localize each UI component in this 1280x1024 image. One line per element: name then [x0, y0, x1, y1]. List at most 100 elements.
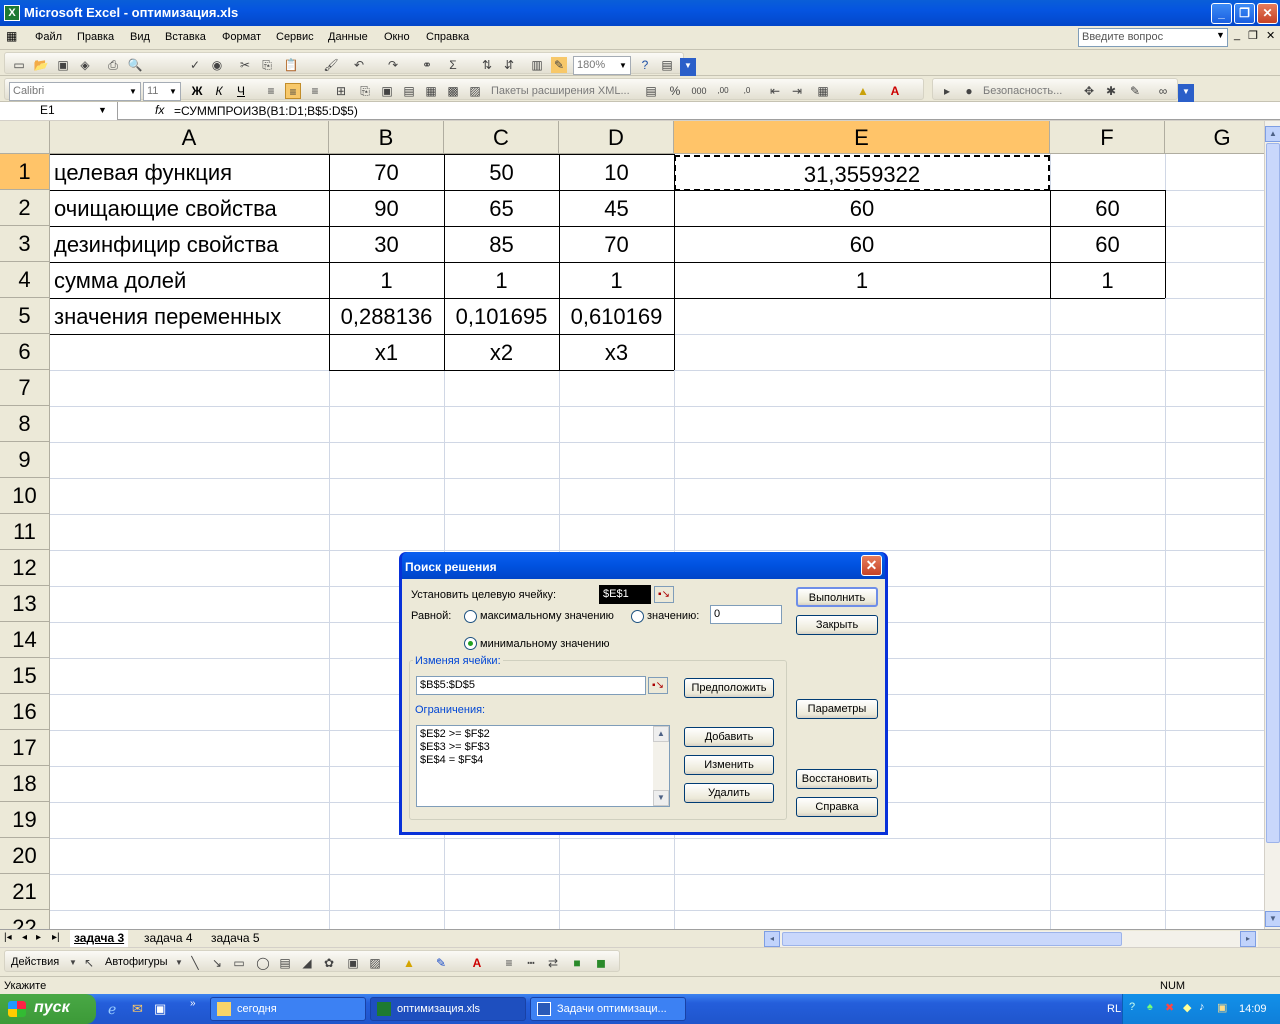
- design-mode-icon[interactable]: ✎: [1127, 83, 1143, 99]
- formula-input[interactable]: =СУММПРОИЗВ(B1:D1;B$5:D$5): [174, 104, 358, 118]
- menu-insert[interactable]: Вставка: [165, 31, 206, 43]
- constraints-scroll-down[interactable]: ▼: [653, 790, 669, 806]
- ask-question-input[interactable]: Введите вопрос: [1078, 28, 1228, 47]
- col-header-e[interactable]: E: [674, 121, 1050, 154]
- redo-icon[interactable]: ↷: [385, 57, 401, 73]
- cell-d3[interactable]: 70: [559, 227, 674, 263]
- record-icon[interactable]: ●: [961, 83, 977, 99]
- outlook-icon[interactable]: ✉: [132, 1001, 143, 1017]
- merge-center-icon[interactable]: ⊞: [333, 83, 349, 99]
- cell-d4[interactable]: 1: [559, 263, 674, 299]
- radio-value-label[interactable]: значению:: [647, 610, 699, 622]
- cell-d2[interactable]: 45: [559, 191, 674, 227]
- print-icon[interactable]: ⎙: [105, 57, 121, 73]
- menu-file[interactable]: Файл: [35, 31, 62, 43]
- xml-refresh-icon[interactable]: ▩: [445, 83, 461, 99]
- changing-collapse-icon[interactable]: ▪↘: [648, 677, 668, 694]
- currency-icon[interactable]: ▤: [643, 83, 659, 99]
- xml-source-icon[interactable]: ▨: [467, 83, 483, 99]
- cell-c5[interactable]: 0,101695: [444, 299, 559, 335]
- add-constraint-button[interactable]: Добавить: [684, 727, 774, 747]
- radio-max-label[interactable]: максимальному значению: [480, 610, 614, 622]
- tray-folder-icon[interactable]: ▣: [1217, 1001, 1227, 1014]
- row-header-17[interactable]: 17: [0, 730, 50, 766]
- cell-d5[interactable]: 0,610169: [559, 299, 674, 335]
- security-label[interactable]: Безопасность...: [983, 85, 1062, 97]
- paste-icon[interactable]: 📋: [283, 57, 299, 73]
- dash-style-icon[interactable]: ┅: [523, 955, 539, 971]
- language-indicator[interactable]: RL: [1107, 1003, 1121, 1015]
- delete-constraint-button[interactable]: Удалить: [684, 783, 774, 803]
- desktop-icon[interactable]: ▣: [154, 1001, 166, 1017]
- new-icon[interactable]: ▭: [11, 57, 27, 73]
- actions-menu[interactable]: Действия: [11, 956, 59, 968]
- cell-b4[interactable]: 1: [329, 263, 444, 299]
- cell-b1[interactable]: 70: [329, 155, 444, 191]
- copy-icon[interactable]: ⎘: [259, 57, 275, 73]
- cell-b6[interactable]: x1: [329, 335, 444, 371]
- row-header-18[interactable]: 18: [0, 766, 50, 802]
- tray-network-icon[interactable]: ♠: [1147, 1001, 1153, 1013]
- cell-d1[interactable]: 10: [559, 155, 674, 191]
- help-icon[interactable]: ?: [637, 57, 653, 73]
- row-header-10[interactable]: 10: [0, 478, 50, 514]
- guess-button[interactable]: Предположить: [684, 678, 774, 698]
- radio-min[interactable]: [464, 637, 477, 650]
- cell-c4[interactable]: 1: [444, 263, 559, 299]
- row-header-1[interactable]: 1: [0, 154, 50, 190]
- close-dialog-button[interactable]: Закрыть: [796, 615, 878, 635]
- sheet-tab-task3[interactable]: задача 3: [70, 930, 129, 947]
- shadow-icon[interactable]: ■: [569, 955, 585, 971]
- xml-map-icon[interactable]: ▦: [423, 83, 439, 99]
- menu-edit[interactable]: Правка: [77, 31, 114, 43]
- horizontal-scroll-thumb[interactable]: [782, 932, 1122, 946]
- cell-a3[interactable]: дезинфицир свойства: [50, 227, 329, 263]
- menu-format[interactable]: Формат: [222, 31, 261, 43]
- paste-special-icon[interactable]: ⎘: [357, 83, 373, 99]
- row-header-13[interactable]: 13: [0, 586, 50, 622]
- solve-button[interactable]: Выполнить: [796, 587, 878, 607]
- last-sheet-icon[interactable]: ▸|: [52, 932, 60, 943]
- row-header-22[interactable]: 22: [0, 910, 50, 929]
- col-header-b[interactable]: B: [329, 121, 444, 154]
- rectangle-icon[interactable]: ▭: [231, 955, 247, 971]
- menu-view[interactable]: Вид: [130, 31, 150, 43]
- row-header-8[interactable]: 8: [0, 406, 50, 442]
- change-constraint-button[interactable]: Изменить: [684, 755, 774, 775]
- tray-app-icon[interactable]: ◆: [1183, 1001, 1191, 1014]
- value-of-input[interactable]: 0: [710, 605, 782, 624]
- cell-e2[interactable]: 60: [674, 191, 1050, 227]
- hyperlink-icon[interactable]: ⚭: [419, 57, 435, 73]
- row-header-9[interactable]: 9: [0, 442, 50, 478]
- diagram-icon[interactable]: ✿: [321, 955, 337, 971]
- oval-icon[interactable]: ◯: [255, 955, 271, 971]
- row-header-21[interactable]: 21: [0, 874, 50, 910]
- cut-icon[interactable]: ✂: [237, 57, 253, 73]
- increase-indent-icon[interactable]: ⇥: [789, 83, 805, 99]
- xml-packs-label[interactable]: Пакеты расширения XML...: [491, 85, 630, 97]
- font-color-icon[interactable]: A: [887, 83, 903, 99]
- target-cell-input[interactable]: $E$1: [599, 585, 651, 604]
- cell-a5[interactable]: значения переменных: [50, 299, 329, 335]
- align-right-icon[interactable]: ≡: [307, 83, 323, 99]
- constraints-scrollbar[interactable]: ▲ ▼: [653, 726, 669, 806]
- scroll-up-button[interactable]: ▲: [1265, 126, 1280, 142]
- sheet-tab-task4[interactable]: задача 4: [140, 930, 197, 947]
- constraints-scroll-up[interactable]: ▲: [653, 726, 669, 742]
- open-icon[interactable]: 📂: [33, 57, 49, 73]
- autosum-icon[interactable]: Σ: [445, 57, 461, 73]
- ie-icon[interactable]: ℯ: [108, 1001, 116, 1018]
- play-icon[interactable]: ▸: [939, 83, 955, 99]
- cell-c1[interactable]: 50: [444, 155, 559, 191]
- ask-dropdown-icon[interactable]: ▼: [1216, 30, 1225, 40]
- row-header-4[interactable]: 4: [0, 262, 50, 298]
- decrease-decimal-icon[interactable]: ,0: [739, 83, 755, 99]
- scroll-left-button[interactable]: ◂: [764, 931, 780, 947]
- italic-button[interactable]: К: [211, 83, 227, 99]
- help-dialog-button[interactable]: Справка: [796, 797, 878, 817]
- autoshapes-menu[interactable]: Автофигуры: [105, 956, 168, 968]
- doc-close-button[interactable]: ✕: [1266, 29, 1275, 42]
- row-header-7[interactable]: 7: [0, 370, 50, 406]
- cell-a1[interactable]: целевая функция: [50, 155, 329, 191]
- permission-icon[interactable]: ◈: [77, 57, 93, 73]
